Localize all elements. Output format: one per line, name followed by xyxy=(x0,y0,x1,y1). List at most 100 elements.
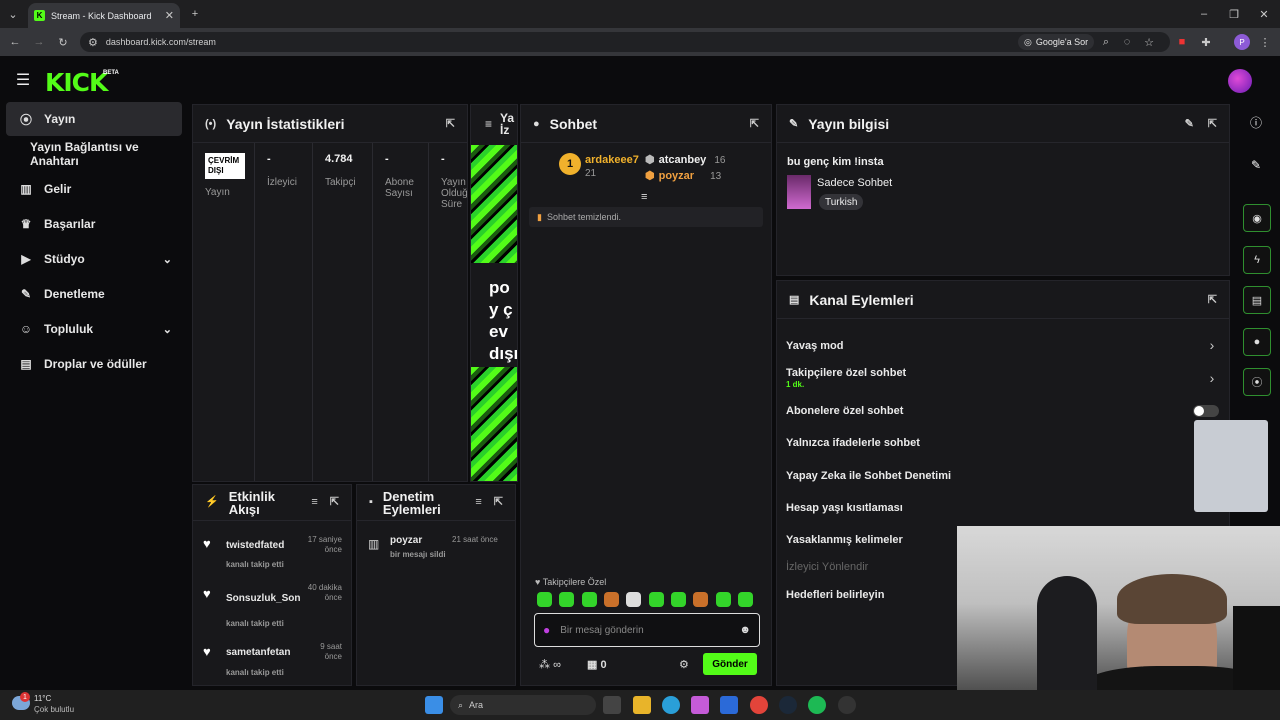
popout-icon[interactable]: ⇱ xyxy=(494,496,503,509)
stat-label: Yayın Olduğ Süre xyxy=(441,177,468,210)
bolt-icon[interactable]: ϟ xyxy=(1243,246,1271,274)
forward-icon[interactable]: → xyxy=(32,35,46,49)
popout-icon[interactable]: ⇱ xyxy=(1208,117,1217,130)
chevron-right-icon[interactable]: › xyxy=(1206,370,1218,386)
store-icon[interactable] xyxy=(720,696,738,714)
emote[interactable] xyxy=(626,592,641,607)
send-button[interactable]: Gönder xyxy=(703,653,757,675)
reload-icon[interactable]: ↻ xyxy=(56,35,70,49)
chatter-third[interactable]: ⬢ poyzar 13 xyxy=(645,169,721,182)
subs-only-item[interactable]: Abonelere özel sohbet xyxy=(786,405,903,417)
eye-off-icon[interactable]: ◌ xyxy=(1120,35,1134,49)
spotify-icon[interactable] xyxy=(808,696,826,714)
profile-icon[interactable]: P xyxy=(1234,34,1250,50)
popout-icon[interactable]: ⇱ xyxy=(1208,293,1217,306)
broadcast-icon[interactable]: ⦿ xyxy=(1243,368,1271,396)
extensions-puzzle-icon[interactable]: ✚ xyxy=(1199,35,1213,49)
slow-mode-item[interactable]: Yavaş mod xyxy=(786,340,843,352)
mic-icon[interactable]: ● xyxy=(543,623,550,637)
info-icon[interactable]: ⓘ xyxy=(1248,114,1264,130)
address-bar[interactable]: ⚙ dashboard.kick.com/stream xyxy=(80,32,1170,52)
activity-user[interactable]: twistedfated xyxy=(226,540,284,551)
obs-icon[interactable] xyxy=(838,696,856,714)
emote[interactable] xyxy=(559,592,574,607)
toggle-knob xyxy=(1194,406,1204,416)
edge-icon[interactable] xyxy=(662,696,680,714)
extension-icon[interactable]: ■ xyxy=(1175,35,1189,49)
popout-icon[interactable]: ⇱ xyxy=(750,117,759,130)
sidebar-item-basarilar[interactable]: ♛ Başarılar xyxy=(6,207,182,241)
site-info-icon[interactable]: ⚙ xyxy=(88,36,98,49)
chevron-right-icon[interactable]: › xyxy=(1206,337,1218,353)
steam-icon[interactable] xyxy=(779,696,797,714)
filter-icon[interactable]: ≡ xyxy=(311,496,317,509)
hamburger-menu-icon[interactable]: ☰ xyxy=(14,72,32,89)
emote[interactable] xyxy=(537,592,552,607)
google-ask-button[interactable]: ◎ Google'a Sor xyxy=(1018,34,1095,50)
top-chatter-name[interactable]: ardakeee7 xyxy=(585,154,639,166)
chat-bubble-icon[interactable]: ● xyxy=(1243,328,1271,356)
task-view-icon[interactable] xyxy=(603,696,621,714)
sidebar-item-studyo[interactable]: ▶ Stüdyo ⌄ xyxy=(6,242,182,276)
collapse-icon[interactable]: ≡ xyxy=(641,191,647,203)
file-explorer-icon[interactable] xyxy=(633,696,651,714)
sidebar-item-topluluk[interactable]: ☺ Topluluk ⌄ xyxy=(6,312,182,346)
redirect-viewers-item[interactable]: İzleyici Yönlendir xyxy=(786,561,868,573)
new-tab-icon[interactable]: + xyxy=(188,7,202,21)
taskbar-search[interactable]: ⌕ Ara xyxy=(450,695,596,715)
browser-tab[interactable]: K Stream - Kick Dashboard ✕ xyxy=(28,3,180,28)
pencil-icon[interactable]: ✎ xyxy=(1248,157,1264,173)
emote[interactable] xyxy=(604,592,619,607)
activity-desc: kanalı takip etti xyxy=(226,619,284,628)
copilot-icon[interactable] xyxy=(691,696,709,714)
sidebar-item-droplar[interactable]: ▤ Droplar ve ödüller xyxy=(6,347,182,381)
emote-only-item[interactable]: Yalnızca ifadelerle sohbet xyxy=(786,437,920,449)
window-close-icon[interactable]: ✕ xyxy=(1256,6,1272,22)
tab-list-chevron-icon[interactable]: ⌄ xyxy=(6,7,20,21)
sidebar-item-denetleme[interactable]: ✎ Denetleme xyxy=(6,277,182,311)
chat-input[interactable]: ● Bir mesaj gönderin ☻ xyxy=(534,613,760,647)
windows-start-icon[interactable] xyxy=(425,696,443,714)
popout-icon[interactable]: ⇱ xyxy=(330,496,339,509)
chat-settings-icon[interactable]: ⚙ xyxy=(679,658,689,671)
user-avatar[interactable] xyxy=(1228,69,1252,93)
activity-user[interactable]: sametanfetan xyxy=(226,647,290,658)
emote[interactable] xyxy=(649,592,664,607)
chrome-icon[interactable] xyxy=(750,696,768,714)
minimize-icon[interactable]: – xyxy=(1196,6,1212,22)
sidebar-item-yayin[interactable]: ⦿ Yayın xyxy=(6,102,182,136)
tab-close-icon[interactable]: ✕ xyxy=(165,9,174,22)
activity-user[interactable]: Sonsuzluk_Son xyxy=(226,593,300,604)
ai-moderation-item[interactable]: Yapay Zeka ile Sohbet Denetimi xyxy=(786,470,951,482)
filter-icon[interactable]: ≡ xyxy=(475,496,481,509)
back-icon[interactable]: ← xyxy=(8,35,22,49)
emote[interactable] xyxy=(582,592,597,607)
browser-menu-icon[interactable]: ⋮ xyxy=(1259,35,1271,49)
banned-words-item[interactable]: Yasaklanmış kelimeler xyxy=(786,534,903,546)
notes-icon[interactable]: ▤ xyxy=(1243,286,1271,314)
set-goals-item[interactable]: Hedefleri belirleyin xyxy=(786,589,884,601)
emote[interactable] xyxy=(716,592,731,607)
bookmark-star-icon[interactable]: ☆ xyxy=(1142,35,1156,49)
account-age-item[interactable]: Hesap yaşı kısıtlaması xyxy=(786,502,903,514)
heart-icon: ♥ xyxy=(203,586,211,601)
restore-icon[interactable]: ❐ xyxy=(1226,6,1242,22)
system-message-text: Sohbet temizlendi. xyxy=(546,212,621,222)
subs-only-toggle[interactable] xyxy=(1193,405,1219,417)
sidebar-item-stream-key[interactable]: Yayın Bağlantısı ve Anahtarı xyxy=(6,137,182,171)
emoji-icon[interactable]: ☻ xyxy=(739,624,751,636)
community-infinity[interactable]: ⁂ ∞ xyxy=(539,658,561,671)
emote[interactable] xyxy=(671,592,686,607)
kick-logo[interactable]: KICK xyxy=(45,68,108,97)
camera-icon[interactable]: ◉ xyxy=(1243,204,1271,232)
zoom-icon[interactable]: ⌕ xyxy=(1099,35,1113,49)
edit-pencil-icon[interactable]: ✎ xyxy=(1185,117,1194,130)
emote[interactable] xyxy=(738,592,753,607)
sidebar-item-gelir[interactable]: ▥ Gelir xyxy=(6,172,182,206)
channel-points[interactable]: ▦ 0 xyxy=(587,658,607,671)
mod-user[interactable]: poyzar xyxy=(390,535,422,546)
popout-icon[interactable]: ⇱ xyxy=(446,117,455,130)
followers-only-item[interactable]: Takipçilere özel sohbet xyxy=(786,367,906,379)
emote[interactable] xyxy=(693,592,708,607)
chatter-second[interactable]: ⬢ atcanbey 16 xyxy=(645,153,725,166)
